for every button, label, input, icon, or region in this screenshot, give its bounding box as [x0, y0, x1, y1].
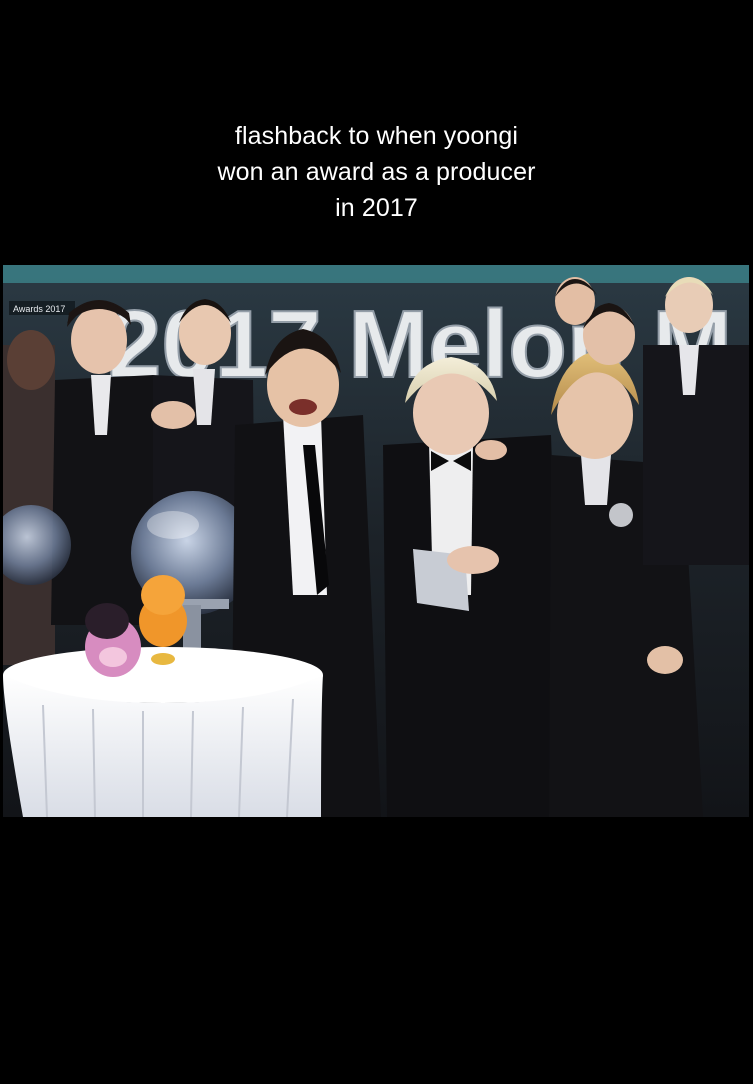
brooch — [609, 503, 633, 527]
caption-line-3: in 2017 — [335, 194, 418, 222]
table — [3, 647, 323, 817]
video-scene: 2017 Melon M Awards 2017 — [3, 265, 749, 817]
edge-figure — [3, 345, 55, 665]
caption-line-1: flashback to when yoongi — [234, 122, 519, 150]
video-frame[interactable]: 2017 Melon M Awards 2017 — [3, 265, 749, 817]
top-light-strip — [3, 265, 749, 283]
edge-figure-hair — [7, 330, 55, 390]
caption-line-2: won an award as a producer — [217, 158, 536, 186]
story-frame: flashback to when yoongi won an award as… — [0, 0, 753, 1084]
corner-label: Awards 2017 — [13, 304, 65, 314]
caption-text: flashback to when yoongi won an award as… — [0, 118, 753, 226]
